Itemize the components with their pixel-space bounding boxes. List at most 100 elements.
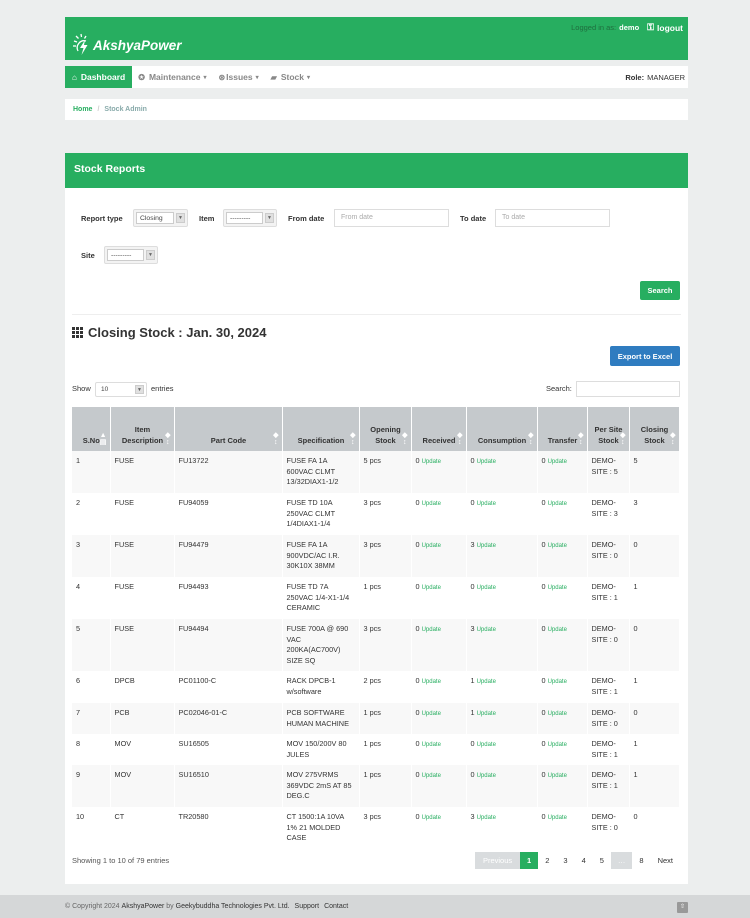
update-link[interactable]: Update bbox=[477, 627, 496, 633]
sort-icon: ◆ ↕ bbox=[402, 432, 408, 446]
update-link[interactable]: Update bbox=[477, 501, 496, 507]
export-excel-button[interactable]: Export to Excel bbox=[610, 346, 680, 366]
cell-received: 0 Update bbox=[411, 765, 467, 807]
site-select[interactable]: --------- ▼ bbox=[104, 246, 158, 264]
update-link[interactable]: Update bbox=[477, 742, 496, 748]
logout-label: logout bbox=[657, 22, 683, 33]
breadcrumb-home[interactable]: Home bbox=[73, 106, 92, 113]
update-link[interactable]: Update bbox=[422, 501, 441, 507]
update-link[interactable]: Update bbox=[477, 585, 496, 591]
cell-transfer-value: 0 bbox=[541, 498, 546, 507]
sort-asc-icon: ▲ ▤ bbox=[99, 432, 107, 446]
report-type-select[interactable]: Closing ▼ bbox=[133, 209, 188, 227]
scroll-top-icon[interactable]: ⇧ bbox=[677, 902, 688, 913]
col-sno[interactable]: S.No ▲ ▤ bbox=[72, 407, 111, 451]
update-link[interactable]: Update bbox=[548, 711, 567, 717]
cell-received-value: 0 bbox=[415, 739, 420, 748]
page-2[interactable]: 2 bbox=[538, 852, 557, 869]
col-received[interactable]: Received ◆ ↕ bbox=[411, 407, 467, 451]
update-link[interactable]: Update bbox=[548, 459, 567, 465]
page-8[interactable]: 8 bbox=[632, 852, 651, 869]
search-button[interactable]: Search bbox=[640, 281, 680, 300]
item-value: --------- bbox=[226, 212, 263, 224]
table-search-input[interactable] bbox=[576, 381, 680, 397]
username: demo bbox=[619, 23, 640, 32]
sort-icon: ◆ ↕ bbox=[350, 432, 356, 446]
update-link[interactable]: Update bbox=[548, 627, 567, 633]
cell-transfer: 0 Update bbox=[537, 671, 588, 703]
cell-specification: PCB SOFTWARE HUMAN MACHINE bbox=[282, 703, 360, 734]
brand-logo[interactable]: AkshyaPower bbox=[71, 28, 182, 56]
footer-brand[interactable]: AkshyaPower bbox=[122, 903, 165, 910]
col-consumption[interactable]: Consumption ◆ ↕ bbox=[466, 407, 538, 451]
cell-sno: 10 bbox=[72, 807, 111, 848]
cell-consumption: 0 Update bbox=[466, 451, 538, 493]
update-link[interactable]: Update bbox=[477, 543, 496, 549]
update-link[interactable]: Update bbox=[477, 459, 496, 465]
update-link[interactable]: Update bbox=[548, 543, 567, 549]
col-opening-stock[interactable]: Opening Stock ◆ ↕ bbox=[359, 407, 412, 451]
nav-maintenance[interactable]: ✪ Maintenance ▾ bbox=[132, 66, 212, 88]
pagination-next[interactable]: Next bbox=[650, 852, 680, 869]
cell-specification-value: PCB SOFTWARE HUMAN MACHINE bbox=[286, 708, 349, 728]
col-transfer[interactable]: Transfer ◆ ↕ bbox=[537, 407, 588, 451]
update-link[interactable]: Update bbox=[422, 742, 441, 748]
cell-opening-value: 3 pcs bbox=[363, 624, 381, 633]
update-link[interactable]: Update bbox=[548, 773, 567, 779]
cell-received: 0 Update bbox=[411, 619, 467, 671]
nav-stock[interactable]: ▰ Stock ▾ bbox=[265, 66, 316, 88]
cell-part-code-value: SU16505 bbox=[178, 739, 209, 748]
update-link[interactable]: Update bbox=[548, 679, 567, 685]
update-link[interactable]: Update bbox=[422, 459, 441, 465]
page-4[interactable]: 4 bbox=[574, 852, 593, 869]
update-link[interactable]: Update bbox=[477, 711, 496, 717]
update-link[interactable]: Update bbox=[548, 585, 567, 591]
from-date-input[interactable]: From date bbox=[334, 209, 449, 227]
cell-closing: 1 bbox=[629, 577, 680, 619]
update-link[interactable]: Update bbox=[477, 815, 496, 821]
col-per-site-stock[interactable]: Per Site Stock ◆ ↕ bbox=[587, 407, 630, 451]
col-specification[interactable]: Specification ◆ ↕ bbox=[282, 407, 360, 451]
update-link[interactable]: Update bbox=[548, 501, 567, 507]
update-link[interactable]: Update bbox=[477, 679, 496, 685]
cell-closing-value: 1 bbox=[633, 739, 638, 748]
cell-opening: 1 pcs bbox=[359, 577, 412, 619]
col-closing-stock[interactable]: Closing Stock ◆ ↕ bbox=[629, 407, 680, 451]
update-link[interactable]: Update bbox=[422, 679, 441, 685]
update-link[interactable]: Update bbox=[422, 711, 441, 717]
update-link[interactable]: Update bbox=[548, 815, 567, 821]
page-5[interactable]: 5 bbox=[592, 852, 611, 869]
cell-item: MOV bbox=[110, 734, 175, 765]
to-date-input[interactable]: To date bbox=[495, 209, 610, 227]
cell-site-stock-value: DEMO-SITE : 1 bbox=[591, 582, 618, 602]
update-link[interactable]: Update bbox=[548, 742, 567, 748]
cell-specification: RACK DPCB-1 w/software bbox=[282, 671, 360, 703]
footer-support-link[interactable]: Support bbox=[295, 903, 320, 910]
col-item-description[interactable]: Item Description ◆ ↕ bbox=[110, 407, 175, 451]
page-1[interactable]: 1 bbox=[520, 852, 539, 869]
cell-transfer: 0 Update bbox=[537, 765, 588, 807]
cell-consumption: 1 Update bbox=[466, 671, 538, 703]
update-link[interactable]: Update bbox=[422, 627, 441, 633]
nav-dashboard[interactable]: ⌂ Dashboard bbox=[65, 66, 133, 88]
nav-issues[interactable]: ⊛ Issues ▾ bbox=[212, 66, 264, 88]
update-link[interactable]: Update bbox=[422, 543, 441, 549]
update-link[interactable]: Update bbox=[477, 773, 496, 779]
col-spec-label: Specification bbox=[297, 435, 345, 445]
entries-select[interactable]: 10 ▼ bbox=[95, 382, 147, 397]
footer-contact-link[interactable]: Contact bbox=[324, 903, 348, 910]
update-link[interactable]: Update bbox=[422, 815, 441, 821]
item-select[interactable]: --------- ▼ bbox=[223, 209, 277, 227]
pagination-previous[interactable]: Previous bbox=[475, 852, 521, 869]
col-part-code[interactable]: Part Code ◆ ↕ bbox=[174, 407, 283, 451]
cell-sno: 5 bbox=[72, 619, 111, 671]
pagination: Previous 1 2 3 4 5 … 8 Next bbox=[475, 852, 680, 869]
update-link[interactable]: Update bbox=[422, 585, 441, 591]
breadcrumb: Home / Stock Admin bbox=[65, 99, 688, 120]
page-3[interactable]: 3 bbox=[556, 852, 575, 869]
update-link[interactable]: Update bbox=[422, 773, 441, 779]
cell-closing-value: 1 bbox=[633, 676, 638, 685]
logout-link[interactable]: ⚿ logout bbox=[644, 22, 683, 33]
cell-opening-value: 3 pcs bbox=[363, 498, 381, 507]
footer-company[interactable]: Geekybuddha Technologies Pvt. Ltd. bbox=[176, 903, 290, 910]
